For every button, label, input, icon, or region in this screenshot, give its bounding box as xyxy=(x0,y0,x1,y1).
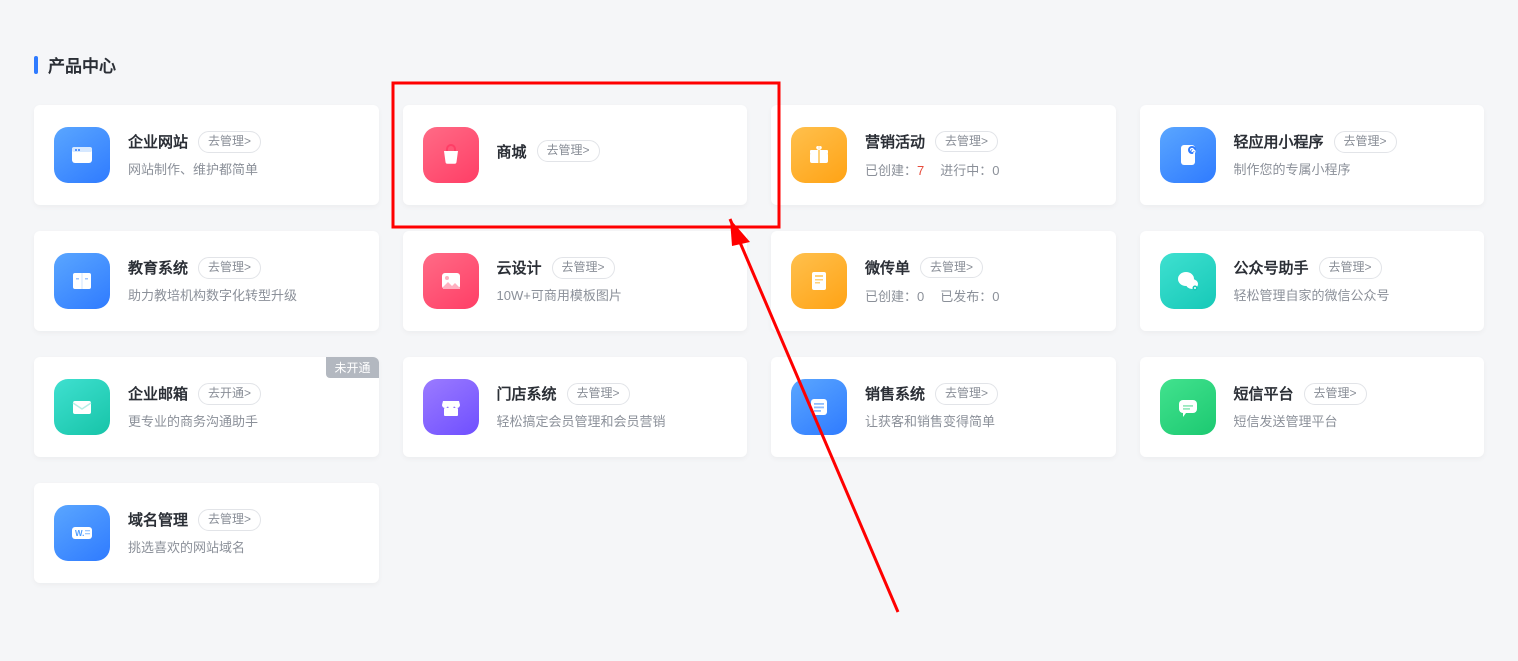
card-stats: 已创建：7 进行中：0 xyxy=(865,160,1096,179)
product-card[interactable]: 教育系统去管理> 助力教培机构数字化转型升级 xyxy=(34,231,379,331)
section-title: 产品中心 xyxy=(34,52,1484,77)
card-body: 微传单去管理> 已创建：0 已发布：0 xyxy=(865,257,1096,306)
store-icon xyxy=(423,379,479,435)
manage-button[interactable]: 去管理> xyxy=(567,383,630,405)
card-body: 企业网站去管理> 网站制作、维护都简单 xyxy=(128,131,359,179)
card-title: 短信平台 xyxy=(1234,383,1294,404)
image-icon xyxy=(423,253,479,309)
miniapp-icon xyxy=(1160,127,1216,183)
manage-button[interactable]: 去管理> xyxy=(935,383,998,405)
product-card[interactable]: 商城去管理> xyxy=(403,105,748,205)
card-body: 短信平台去管理> 短信发送管理平台 xyxy=(1234,383,1465,431)
product-card[interactable]: 销售系统去管理> 让获客和销售变得简单 xyxy=(771,357,1116,457)
manage-button[interactable]: 去管理> xyxy=(198,509,261,531)
shopping-bag-icon xyxy=(423,127,479,183)
card-description: 让获客和销售变得简单 xyxy=(865,413,1096,431)
gift-icon xyxy=(791,127,847,183)
sms-icon xyxy=(1160,379,1216,435)
card-description: 制作您的专属小程序 xyxy=(1234,161,1465,179)
status-badge: 未开通 xyxy=(326,357,378,378)
card-description: 网站制作、维护都简单 xyxy=(128,161,359,179)
card-title: 公众号助手 xyxy=(1234,257,1309,278)
wechat-icon xyxy=(1160,253,1216,309)
mail-icon xyxy=(54,379,110,435)
manage-button[interactable]: 去管理> xyxy=(552,257,615,279)
card-description: 10W+可商用模板图片 xyxy=(497,287,728,305)
domain-icon xyxy=(54,505,110,561)
product-card[interactable]: 轻应用小程序去管理> 制作您的专属小程序 xyxy=(1140,105,1485,205)
manage-button[interactable]: 去管理> xyxy=(198,131,261,153)
card-title: 轻应用小程序 xyxy=(1234,131,1324,152)
card-body: 域名管理去管理> 挑选喜欢的网站域名 xyxy=(128,509,359,557)
book-icon xyxy=(54,253,110,309)
card-description: 轻松管理自家的微信公众号 xyxy=(1234,287,1465,305)
flyer-icon xyxy=(791,253,847,309)
product-card[interactable]: 云设计去管理> 10W+可商用模板图片 xyxy=(403,231,748,331)
card-body: 门店系统去管理> 轻松搞定会员管理和会员营销 xyxy=(497,383,728,431)
manage-button[interactable]: 去管理> xyxy=(1304,383,1367,405)
stat-active: 已发布：0 xyxy=(940,286,999,305)
product-card[interactable]: 公众号助手去管理> 轻松管理自家的微信公众号 xyxy=(1140,231,1485,331)
product-card[interactable]: 短信平台去管理> 短信发送管理平台 xyxy=(1140,357,1485,457)
card-body: 公众号助手去管理> 轻松管理自家的微信公众号 xyxy=(1234,257,1465,305)
manage-button[interactable]: 去管理> xyxy=(1334,131,1397,153)
card-title: 商城 xyxy=(497,141,527,162)
card-description: 挑选喜欢的网站域名 xyxy=(128,539,359,557)
card-title: 销售系统 xyxy=(865,383,925,404)
card-body: 销售系统去管理> 让获客和销售变得简单 xyxy=(865,383,1096,431)
card-title: 教育系统 xyxy=(128,257,188,278)
card-description: 助力教培机构数字化转型升级 xyxy=(128,287,359,305)
product-card[interactable]: 域名管理去管理> 挑选喜欢的网站域名 xyxy=(34,483,379,583)
card-title: 门店系统 xyxy=(497,383,557,404)
manage-button[interactable]: 去管理> xyxy=(198,257,261,279)
card-description: 短信发送管理平台 xyxy=(1234,413,1465,431)
manage-button[interactable]: 去管理> xyxy=(920,257,983,279)
card-title: 企业网站 xyxy=(128,131,188,152)
manage-button[interactable]: 去管理> xyxy=(537,140,600,162)
stat-created: 已创建：7 xyxy=(865,160,924,179)
manage-button[interactable]: 去管理> xyxy=(1319,257,1382,279)
stat-created: 已创建：0 xyxy=(865,286,924,305)
product-card[interactable]: 营销活动去管理> 已创建：7 进行中：0 xyxy=(771,105,1116,205)
card-title: 域名管理 xyxy=(128,509,188,530)
card-body: 企业邮箱去开通> 更专业的商务沟通助手 xyxy=(128,383,359,431)
window-icon xyxy=(54,127,110,183)
card-description: 更专业的商务沟通助手 xyxy=(128,413,359,431)
list-icon xyxy=(791,379,847,435)
card-description: 轻松搞定会员管理和会员营销 xyxy=(497,413,728,431)
card-body: 轻应用小程序去管理> 制作您的专属小程序 xyxy=(1234,131,1465,179)
manage-button[interactable]: 去管理> xyxy=(935,131,998,153)
card-title: 微传单 xyxy=(865,257,910,278)
card-body: 营销活动去管理> 已创建：7 进行中：0 xyxy=(865,131,1096,180)
card-body: 云设计去管理> 10W+可商用模板图片 xyxy=(497,257,728,305)
card-body: 商城去管理> xyxy=(497,140,728,170)
product-card[interactable]: 企业邮箱去开通> 更专业的商务沟通助手 未开通 xyxy=(34,357,379,457)
stat-active: 进行中：0 xyxy=(940,160,999,179)
product-card[interactable]: 企业网站去管理> 网站制作、维护都简单 xyxy=(34,105,379,205)
card-title: 企业邮箱 xyxy=(128,383,188,404)
product-card[interactable]: 门店系统去管理> 轻松搞定会员管理和会员营销 xyxy=(403,357,748,457)
title-accent-bar xyxy=(34,56,38,74)
card-title: 营销活动 xyxy=(865,131,925,152)
product-card[interactable]: 微传单去管理> 已创建：0 已发布：0 xyxy=(771,231,1116,331)
card-body: 教育系统去管理> 助力教培机构数字化转型升级 xyxy=(128,257,359,305)
card-title: 云设计 xyxy=(497,257,542,278)
card-stats: 已创建：0 已发布：0 xyxy=(865,286,1096,305)
section-title-text: 产品中心 xyxy=(48,52,116,77)
manage-button[interactable]: 去开通> xyxy=(198,383,261,405)
product-grid: 企业网站去管理>网站制作、维护都简单商城去管理>营销活动去管理>已创建：7进行中… xyxy=(34,105,1484,583)
